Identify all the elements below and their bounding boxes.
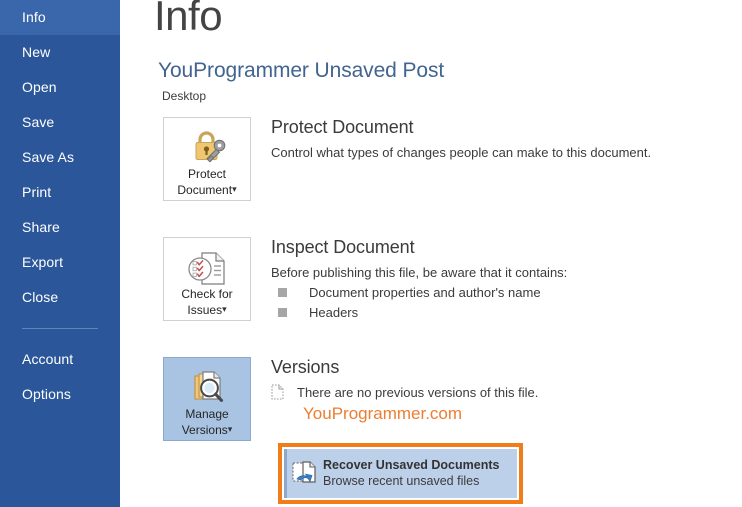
inspect-bullet-label: Document properties and author's name — [309, 285, 541, 300]
sidebar-item-save[interactable]: Save — [0, 105, 120, 140]
inspect-bullet-label: Headers — [309, 305, 359, 320]
protect-document-button-label-line1: Protect — [187, 167, 226, 181]
chevron-down-icon[interactable]: ▾ — [222, 304, 227, 314]
versions-heading: Versions — [271, 357, 340, 377]
document-title: YouProgrammer Unsaved Post — [158, 59, 445, 82]
inspect-document-description: Before publishing this file, be aware th… — [271, 265, 568, 280]
sidebar-item-label: Open — [22, 79, 57, 95]
protect-document-heading: Protect Document — [271, 117, 414, 137]
manage-versions-button-label-line2: Versions▾ — [181, 423, 233, 437]
sidebar-item-label: Save — [22, 114, 55, 130]
manage-versions-button-label-line1: Manage — [185, 407, 229, 421]
sidebar-item-account[interactable]: Account — [0, 342, 120, 377]
chevron-down-icon[interactable]: ▾ — [232, 184, 237, 194]
protect-document-body: Protect Document Control what types of c… — [271, 117, 651, 160]
sidebar-item-label: Info — [22, 9, 46, 25]
empty-document-icon — [271, 384, 284, 400]
sidebar-item-save-as[interactable]: Save As — [0, 140, 120, 175]
document-check-icon — [164, 247, 250, 287]
backstage-sidebar: Info New Open Save Save As Print Share E… — [0, 0, 120, 507]
sidebar-item-close[interactable]: Close — [0, 280, 120, 315]
sidebar-item-label: Options — [22, 386, 71, 402]
sidebar-item-options[interactable]: Options — [0, 377, 120, 412]
highlight-annotation-box — [278, 443, 523, 504]
sidebar-item-label: Share — [22, 219, 60, 235]
inspect-bullet-item: Headers — [271, 305, 567, 320]
sidebar-item-print[interactable]: Print — [0, 175, 120, 210]
check-for-issues-button-label-line1: Check for — [181, 287, 233, 301]
versions-body: Versions There are no previous versions … — [271, 357, 538, 424]
sidebar-item-open[interactable]: Open — [0, 70, 120, 105]
sidebar-item-info[interactable]: Info — [0, 0, 120, 35]
sidebar-item-label: Save As — [22, 149, 75, 165]
versions-status-row: There are no previous versions of this f… — [271, 384, 538, 400]
word-backstage-info-screen: Info New Open Save Save As Print Share E… — [0, 0, 742, 507]
chevron-down-icon[interactable]: ▾ — [228, 424, 233, 434]
backstage-main-pane: Info YouProgrammer Unsaved Post Desktop — [120, 0, 742, 507]
inspect-document-heading: Inspect Document — [271, 237, 415, 257]
sidebar-item-share[interactable]: Share — [0, 210, 120, 245]
sidebar-item-label: Account — [22, 351, 74, 367]
sidebar-item-label: New — [22, 44, 51, 60]
protect-document-button-label-line2: Document▾ — [177, 183, 237, 197]
sidebar-item-label: Close — [22, 289, 59, 305]
sidebar-item-label: Export — [22, 254, 64, 270]
sidebar-item-export[interactable]: Export — [0, 245, 120, 280]
protect-document-description: Control what types of changes people can… — [271, 145, 652, 160]
document-path: Desktop — [162, 89, 207, 103]
bullet-square-icon — [278, 288, 287, 297]
check-for-issues-button[interactable]: Check for Issues▾ — [163, 237, 251, 321]
sidebar-item-new[interactable]: New — [0, 35, 120, 70]
page-title: Info — [154, 0, 223, 39]
sidebar-item-label: Print — [22, 184, 52, 200]
manage-versions-button[interactable]: Manage Versions▾ — [163, 357, 251, 441]
watermark-text: YouProgrammer.com — [303, 404, 463, 423]
check-for-issues-button-label-line2: Issues▾ — [187, 303, 227, 317]
bullet-square-icon — [278, 308, 287, 317]
inspect-bullet-item: Document properties and author's name — [271, 285, 567, 300]
versions-status-label: There are no previous versions of this f… — [297, 384, 539, 400]
lock-key-icon — [164, 127, 250, 167]
protect-document-button[interactable]: Protect Document▾ — [163, 117, 251, 201]
inspect-document-body: Inspect Document Before publishing this … — [271, 237, 567, 320]
manage-versions-icon — [164, 367, 250, 407]
